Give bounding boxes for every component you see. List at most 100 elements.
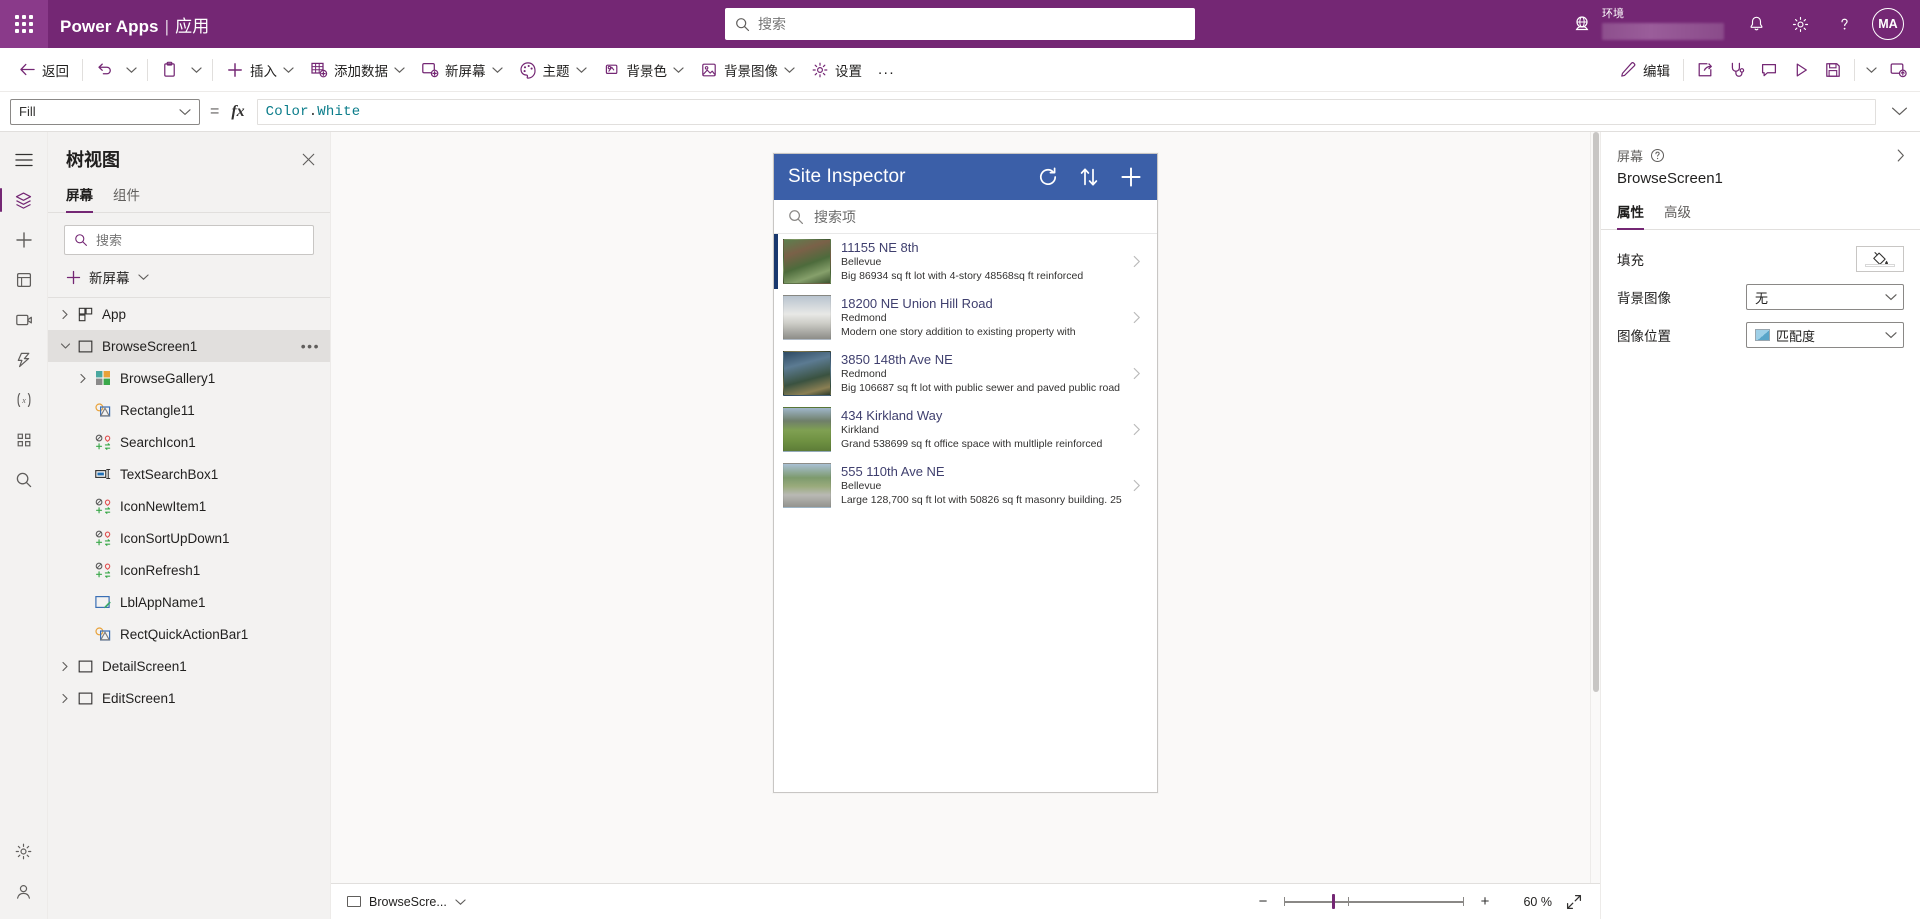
back-button[interactable]: 返回 — [10, 54, 77, 86]
fill-color-picker-button[interactable] — [1856, 246, 1904, 272]
settings-button[interactable]: 设置 — [803, 54, 870, 86]
refresh-icon[interactable] — [1037, 166, 1059, 188]
tree-node-iconnewitem1[interactable]: IconNewItem1 — [48, 490, 330, 522]
chevron-down-icon[interactable] — [56, 341, 74, 352]
canvas-scrollbar-thumb[interactable] — [1593, 132, 1599, 692]
tree-node-app[interactable]: App — [48, 298, 330, 330]
share-button[interactable] — [1689, 54, 1721, 86]
chevron-right-icon[interactable] — [1130, 255, 1143, 268]
undo-dropdown-chevron-down-icon[interactable] — [120, 54, 142, 86]
background-image-dropdown[interactable]: 无 — [1746, 284, 1904, 310]
more-commands-button[interactable]: ... — [870, 54, 903, 86]
tree-node-more-ellipsis-icon[interactable]: ••• — [301, 338, 320, 354]
app-search-box[interactable]: 搜索项 — [774, 200, 1157, 234]
chevron-right-icon[interactable] — [1130, 311, 1143, 324]
tree-node-browsegallery1[interactable]: BrowseGallery1 — [48, 362, 330, 394]
rail-hamburger-icon[interactable] — [4, 140, 44, 180]
app-checker-button[interactable] — [1721, 54, 1753, 86]
publish-button[interactable] — [1882, 54, 1914, 86]
insert-button[interactable]: 插入 — [218, 54, 302, 86]
sort-up-down-icon[interactable] — [1079, 166, 1099, 188]
tree-node-iconsortupdown1[interactable]: IconSortUpDown1 — [48, 522, 330, 554]
tab-screens[interactable]: 屏幕 — [66, 180, 93, 213]
save-options-chevron-down-icon[interactable] — [1860, 54, 1882, 86]
add-data-button[interactable]: 添加数据 — [302, 54, 413, 86]
tree-node-editscreen1[interactable]: EditScreen1 — [48, 682, 330, 714]
chevron-right-icon[interactable] — [1130, 367, 1143, 380]
help-circle-icon[interactable] — [1650, 148, 1665, 163]
edit-mode-button[interactable]: 编辑 — [1611, 54, 1678, 86]
app-launcher-waffle-icon[interactable] — [0, 0, 48, 48]
chevron-right-icon[interactable] — [1130, 479, 1143, 492]
browse-gallery[interactable]: 11155 NE 8th Bellevue Big 86934 sq ft lot … — [774, 234, 1157, 792]
zoom-slider[interactable] — [1284, 891, 1464, 913]
gallery-item[interactable]: 18200 NE Union Hill Road Redmond Modern on… — [774, 290, 1157, 346]
paste-button[interactable] — [153, 54, 185, 86]
tree-node-browsescreen1[interactable]: BrowseScreen1 ••• — [48, 330, 330, 362]
preview-play-button[interactable] — [1785, 54, 1817, 86]
help-question-icon[interactable] — [1822, 0, 1866, 48]
paste-dropdown-chevron-down-icon[interactable] — [185, 54, 207, 86]
brand-title[interactable]: Power Apps | 应用 — [60, 12, 209, 37]
formula-expand-chevron-down-icon[interactable] — [1882, 97, 1916, 127]
rail-tree-view-icon[interactable] — [0, 180, 44, 220]
gallery-item[interactable]: 434 Kirkland Way Kirkland Grand 538699 sq … — [774, 402, 1157, 458]
rail-account-icon[interactable] — [4, 871, 44, 911]
undo-button[interactable] — [88, 54, 120, 86]
chevron-right-icon[interactable] — [56, 693, 74, 704]
formula-input[interactable]: Color. White — [256, 98, 1876, 125]
gallery-item[interactable]: 3850 148th Ave NE Redmond Big 106687 sq ft… — [774, 346, 1157, 402]
chevron-right-icon[interactable] — [74, 373, 92, 384]
avatar[interactable]: MA — [1872, 8, 1904, 40]
tree-node-lblappname1[interactable]: LblAppName1 — [48, 586, 330, 618]
rail-data-icon[interactable] — [4, 260, 44, 300]
tab-properties[interactable]: 属性 — [1617, 197, 1644, 230]
add-new-item-plus-icon[interactable] — [1119, 165, 1143, 189]
status-screen-selector[interactable]: BrowseScre... — [341, 891, 472, 913]
settings-gear-icon[interactable] — [1778, 0, 1822, 48]
tree-node-rectquickactionbar1[interactable]: RectQuickActionBar1 — [48, 618, 330, 650]
tree-node-iconrefresh1[interactable]: IconRefresh1 — [48, 554, 330, 586]
zoom-in-button[interactable]: + — [1474, 891, 1496, 913]
save-button[interactable] — [1817, 54, 1849, 86]
app-preview-screen[interactable]: Site Inspector 搜索项 11155 NE 8th Bellevue… — [773, 153, 1158, 793]
gallery-item[interactable]: 555 110th Ave NE Bellevue Large 128,700 sq… — [774, 458, 1157, 514]
canvas-area[interactable]: Site Inspector 搜索项 11155 NE 8th Bellevue… — [331, 132, 1600, 883]
rail-insert-plus-icon[interactable] — [4, 220, 44, 260]
zoom-out-button[interactable]: − — [1252, 891, 1274, 913]
notifications-bell-icon[interactable] — [1734, 0, 1778, 48]
global-search-box[interactable] — [725, 8, 1195, 40]
tab-advanced[interactable]: 高级 — [1664, 197, 1691, 229]
tab-components[interactable]: 组件 — [113, 180, 140, 212]
canvas-scrollbar[interactable] — [1590, 132, 1600, 883]
global-search-input[interactable] — [758, 16, 1185, 32]
rail-search-icon[interactable] — [4, 460, 44, 500]
rail-variables-icon[interactable]: x — [4, 380, 44, 420]
comments-button[interactable] — [1753, 54, 1785, 86]
tree-node-textsearchbox1[interactable]: TextSearchBox1 — [48, 458, 330, 490]
rail-settings-gear-icon[interactable] — [4, 831, 44, 871]
rail-power-automate-icon[interactable] — [4, 340, 44, 380]
tree-node-detailscreen1[interactable]: DetailScreen1 — [48, 650, 330, 682]
chevron-right-icon[interactable] — [56, 661, 74, 672]
new-screen-tree-button[interactable]: 新屏幕 — [48, 263, 330, 297]
chevron-right-icon[interactable] — [1130, 423, 1143, 436]
tree-search-input[interactable] — [96, 232, 304, 248]
tree-node-rectangle11[interactable]: Rectangle11 — [48, 394, 330, 426]
rail-media-icon[interactable] — [4, 300, 44, 340]
theme-button[interactable]: 主题 — [511, 54, 595, 86]
gallery-item[interactable]: 11155 NE 8th Bellevue Big 86934 sq ft lot … — [774, 234, 1157, 290]
app-header-bar[interactable]: Site Inspector — [774, 154, 1157, 200]
background-image-button[interactable]: 背景图像 — [692, 54, 803, 86]
background-color-button[interactable]: 背景色 — [595, 54, 693, 86]
collapse-panel-chevron-right-icon[interactable] — [1893, 148, 1908, 163]
tree-node-searchicon1[interactable]: SearchIcon1 — [48, 426, 330, 458]
environment-picker[interactable]: 环境 — [1562, 0, 1734, 48]
close-icon[interactable] — [301, 152, 316, 167]
property-selector-dropdown[interactable]: Fill — [10, 98, 200, 125]
fit-to-screen-button[interactable] — [1562, 890, 1586, 914]
image-position-dropdown[interactable]: 匹配度 — [1746, 322, 1904, 348]
tree-search-box[interactable] — [64, 225, 314, 255]
zoom-slider-thumb[interactable] — [1332, 894, 1335, 909]
new-screen-button[interactable]: 新屏幕 — [413, 54, 511, 86]
